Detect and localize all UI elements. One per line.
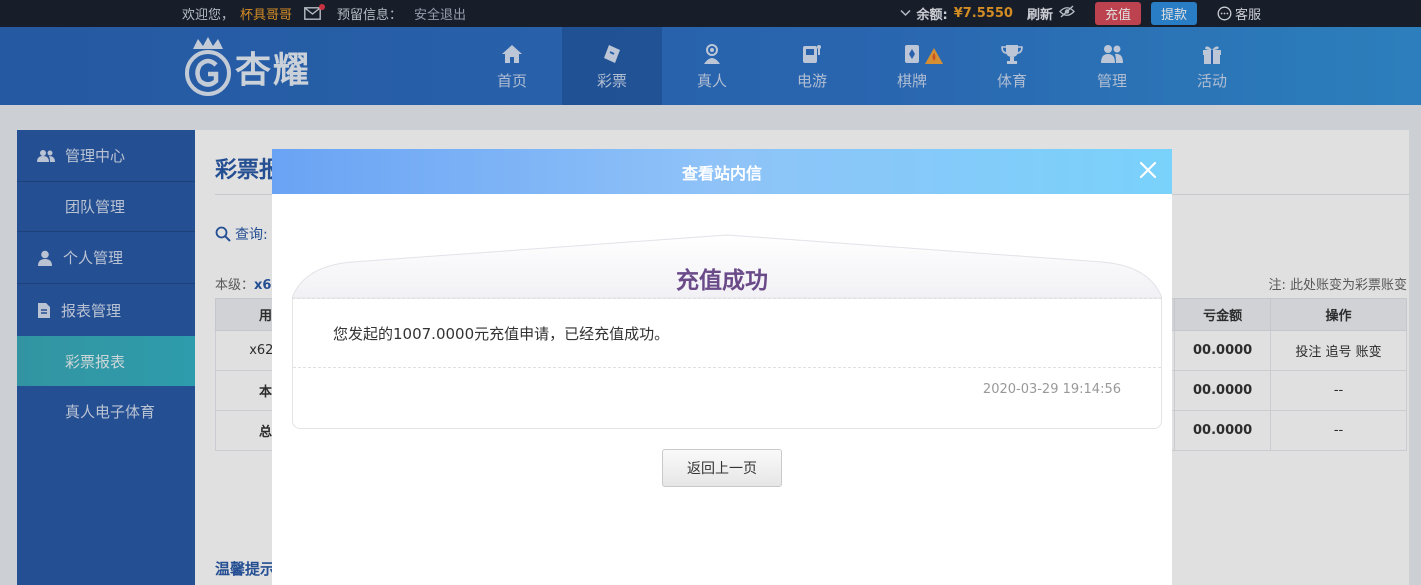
message-modal: 查看站内信 充值成功 您发起的1007.0000元充值申请，已经充值成功。 20… [272, 149, 1172, 585]
modal-title: 查看站内信 [681, 163, 762, 183]
message-timestamp: 2020-03-29 19:14:56 [982, 382, 1121, 397]
message-title: 充值成功 [676, 268, 768, 294]
message-body: 您发起的1007.0000元充值申请，已经充值成功。 [333, 325, 670, 343]
message-divider [293, 367, 1161, 368]
close-icon[interactable] [1138, 160, 1158, 180]
back-button[interactable]: 返回上一页 [662, 449, 782, 487]
message-card: 您发起的1007.0000元充值申请，已经充值成功。 2020-03-29 19… [292, 298, 1162, 429]
modal-header: 查看站内信 [272, 149, 1172, 194]
